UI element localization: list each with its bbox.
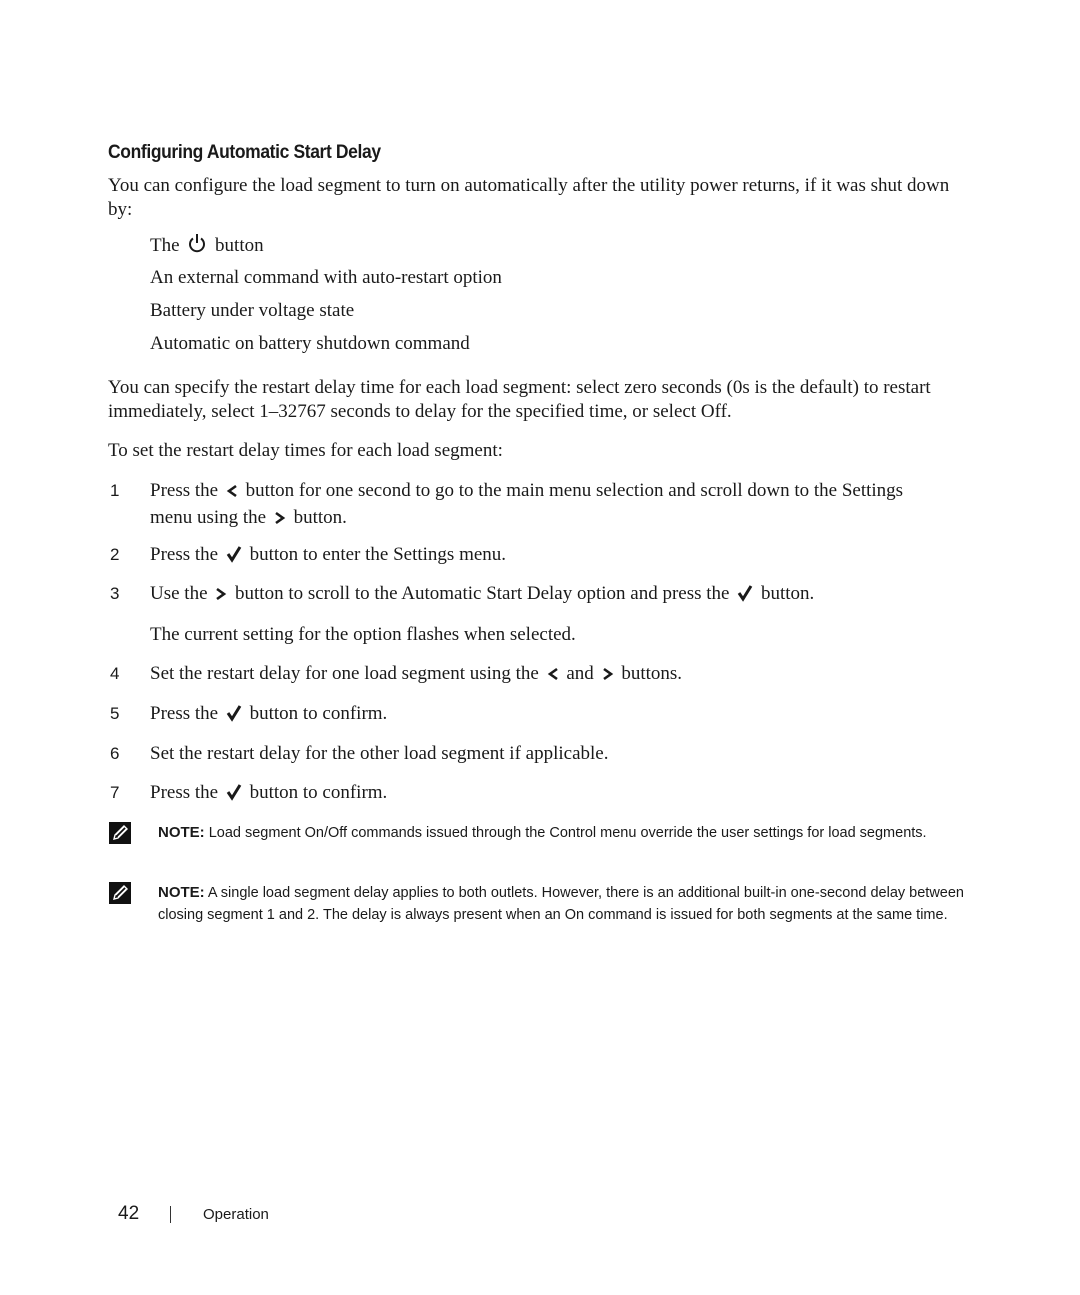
step-text: button to confirm.	[249, 703, 388, 724]
chevron-left-icon	[547, 665, 559, 689]
step-number: 6	[110, 744, 120, 763]
step-text: Use the	[150, 583, 208, 604]
footer-divider	[170, 1206, 171, 1223]
note-1: NOTE: Load segment On/Off commands issue…	[158, 822, 968, 844]
checkmark-icon	[737, 584, 753, 609]
step-3-subtext: The current setting for the option flash…	[150, 624, 576, 645]
step-text: Press the	[150, 703, 219, 724]
pencil-note-icon	[109, 882, 131, 904]
note-label: NOTE:	[158, 824, 205, 841]
checkmark-icon	[226, 704, 242, 729]
power-icon	[187, 232, 207, 261]
step-text: buttons.	[621, 663, 683, 684]
page-number: 42	[118, 1203, 140, 1224]
intro-paragraph: You can configure the load segment to tu…	[108, 175, 950, 220]
step-text: Press the	[150, 544, 219, 565]
step-number: 4	[110, 664, 120, 683]
step-number: 5	[110, 704, 120, 723]
step-text: button to confirm.	[249, 782, 388, 803]
step-number: 1	[110, 481, 120, 500]
step-text: button.	[760, 583, 815, 604]
note-2: NOTE: A single load segment delay applie…	[158, 882, 968, 926]
bullet-text-post: button	[215, 235, 264, 256]
bullet-external-command: An external command with auto-restart op…	[150, 267, 502, 288]
delay-paragraph: You can specify the restart delay time f…	[108, 377, 931, 422]
bullet-battery-shutdown: Automatic on battery shutdown command	[150, 333, 470, 354]
checkmark-icon	[226, 783, 242, 808]
step-4: Set the restart delay for one load segme…	[150, 662, 930, 689]
step-1: Press the button for one second to go to…	[150, 479, 930, 533]
bullet-text-pre: The	[150, 235, 180, 256]
chevron-right-icon	[274, 509, 286, 533]
step-text: and	[566, 663, 594, 684]
step-6: Set the restart delay for the other load…	[150, 743, 609, 764]
section-heading: Configuring Automatic Start Delay	[108, 142, 381, 163]
footer-section-name: Operation	[203, 1206, 269, 1223]
chevron-left-icon	[226, 482, 238, 506]
chevron-right-icon	[215, 585, 227, 609]
step-text: button to scroll to the Automatic Start …	[235, 583, 730, 604]
pencil-note-icon	[109, 822, 131, 844]
step-number: 3	[110, 584, 120, 603]
bullet-battery-under-voltage: Battery under voltage state	[150, 300, 355, 321]
bullet-power-button: The button	[150, 232, 264, 261]
step-2: Press the button to enter the Settings m…	[150, 543, 930, 570]
step-text: button for one second to go to the main …	[150, 480, 904, 528]
step-text: Press the	[150, 782, 219, 803]
step-text: button.	[293, 507, 347, 528]
note-body: A single load segment delay applies to b…	[158, 885, 964, 923]
steps-intro: To set the restart delay times for each …	[108, 440, 503, 461]
step-number: 2	[110, 545, 120, 564]
step-number: 7	[110, 783, 120, 802]
step-5: Press the button to confirm.	[150, 702, 930, 729]
chevron-right-icon	[602, 665, 614, 689]
checkmark-icon	[226, 545, 242, 570]
step-text: Press the	[150, 480, 219, 501]
step-7: Press the button to confirm.	[150, 781, 930, 808]
step-text: button to enter the Settings menu.	[249, 544, 507, 565]
note-body: Load segment On/Off commands issued thro…	[204, 825, 927, 841]
note-label: NOTE:	[158, 884, 205, 901]
step-text: Set the restart delay for one load segme…	[150, 663, 539, 684]
step-3: Use the button to scroll to the Automati…	[150, 582, 950, 609]
